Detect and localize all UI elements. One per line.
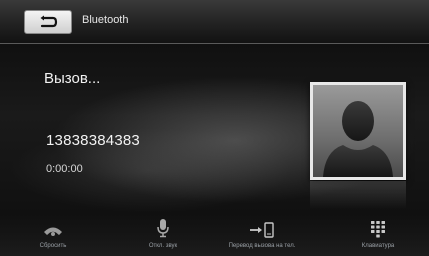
microphone-icon [157, 219, 169, 238]
contact-silhouette-icon [323, 101, 393, 177]
call-screen: Bluetooth Вызов... 13838384383 0:00:00 С… [0, 0, 429, 256]
transfer-call-button[interactable]: Перевод вызова на тел. [220, 214, 304, 256]
action-bar: Сбросить Откл. звук Перевод вызова на те… [0, 214, 429, 256]
phone-number: 13838384383 [46, 132, 140, 149]
transfer-call-label: Перевод вызова на тел. [228, 243, 296, 249]
keypad-label: Клавиатура [361, 243, 395, 249]
mute-button[interactable]: Откл. звук [138, 214, 188, 256]
call-status: Вызов... [44, 70, 101, 87]
top-bar: Bluetooth [0, 0, 429, 44]
back-button[interactable] [24, 10, 72, 34]
page-title: Bluetooth [82, 14, 129, 26]
avatar-reflection [310, 181, 406, 209]
transfer-to-phone-icon [250, 222, 274, 238]
hang-up-button[interactable]: Сбросить [28, 214, 78, 256]
return-arrow-icon [38, 15, 58, 29]
hang-up-label: Сбросить [39, 243, 67, 249]
call-duration: 0:00:00 [46, 163, 83, 175]
contact-avatar [310, 82, 406, 180]
keypad-button[interactable]: Клавиатура [350, 214, 406, 256]
mute-label: Откл. звук [148, 243, 178, 249]
keypad-icon [371, 221, 385, 238]
hang-up-phone-icon [44, 227, 62, 236]
